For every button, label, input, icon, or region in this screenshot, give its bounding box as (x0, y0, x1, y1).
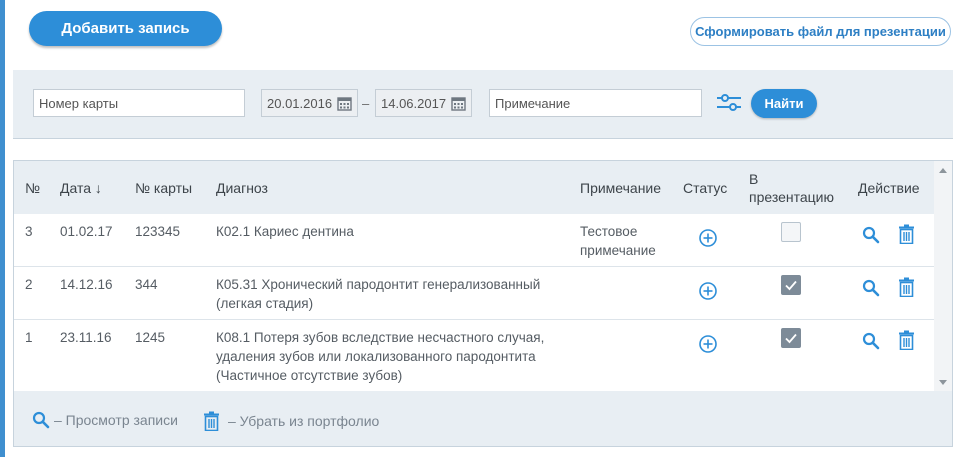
legend-view-label: – Просмотр записи (54, 412, 178, 428)
row-number: 3 (25, 224, 33, 239)
date-to-field[interactable]: 14.06.2017 (375, 89, 472, 117)
records-table: № Дата ↓ № карты Диагноз Примечание Стат… (13, 160, 953, 447)
search-icon[interactable] (862, 226, 880, 249)
date-to-value: 14.06.2017 (381, 95, 447, 111)
presentation-checkbox[interactable] (781, 328, 801, 348)
row-note-line: Тестовое (580, 224, 638, 239)
trash-icon (204, 411, 219, 431)
search-icon[interactable] (862, 279, 880, 302)
legend-view-item: – Просмотр записи (32, 411, 178, 429)
calendar-icon[interactable] (337, 96, 352, 114)
plus-circle-icon[interactable] (698, 228, 718, 253)
row-diagnosis-line: К08.1 Потеря зубов вследствие несчастног… (216, 330, 545, 345)
row-diagnosis-line: удаления зубов или локализованного парод… (216, 349, 536, 364)
table-row: 1 23.11.16 1245 К08.1 Потеря зубов вслед… (14, 320, 935, 391)
row-note-line: примечание (580, 243, 656, 258)
generate-presentation-button[interactable]: Сформировать файл для презентации (690, 17, 951, 46)
row-card: 1245 (135, 330, 166, 345)
card-number-input[interactable]: Номер карты (33, 89, 245, 117)
card-number-placeholder: Номер карты (39, 95, 119, 111)
col-note: Примечание (580, 180, 662, 196)
col-number: № (25, 180, 41, 196)
table-row: 3 01.02.17 123345 К02.1 Кариес дентина Т… (14, 214, 935, 267)
check-icon (785, 333, 797, 344)
row-diagnosis-line: (легкая стадия) (216, 296, 314, 311)
note-input[interactable]: Примечание (489, 89, 702, 117)
calendar-icon[interactable] (451, 96, 466, 114)
date-from-value: 20.01.2016 (267, 95, 333, 111)
search-icon[interactable] (862, 332, 880, 355)
row-diagnosis-line: (Частичное отсутствие зубов) (216, 368, 403, 383)
row-number: 1 (25, 330, 33, 345)
col-presentation-line2: презентацию (749, 189, 835, 205)
plus-circle-icon[interactable] (698, 281, 718, 306)
table-row: 2 14.12.16 344 К05.31 Хронический пародо… (14, 267, 935, 320)
table-header: № Дата ↓ № карты Диагноз Примечание Стат… (14, 161, 935, 214)
col-action: Действие (858, 180, 920, 196)
search-icon (32, 411, 50, 429)
row-number: 2 (25, 277, 33, 292)
col-diagnosis: Диагноз (216, 180, 268, 196)
legend-remove-item: – Убрать из портфолио (203, 411, 379, 431)
legend: – Просмотр записи – Убрать из портфолио (14, 391, 952, 446)
row-card: 344 (135, 277, 158, 292)
scroll-down-arrow-icon[interactable] (939, 380, 947, 385)
presentation-checkbox[interactable] (781, 275, 801, 295)
find-button[interactable]: Найти (751, 89, 817, 118)
trash-icon[interactable] (898, 330, 915, 355)
scroll-up-arrow-icon[interactable] (939, 168, 947, 173)
row-date: 14.12.16 (60, 277, 113, 292)
col-card: № карты (135, 180, 193, 196)
row-date: 23.11.16 (60, 330, 112, 345)
row-diagnosis-line: К05.31 Хронический пародонтит генерализо… (216, 277, 541, 292)
date-range-separator: – (362, 96, 370, 111)
check-icon (785, 280, 797, 291)
left-accent-bar (0, 0, 5, 457)
col-presentation-line1: В (749, 171, 759, 187)
col-date-sortable[interactable]: Дата ↓ (60, 179, 102, 197)
trash-icon[interactable] (898, 277, 915, 302)
trash-icon[interactable] (898, 224, 915, 249)
presentation-checkbox[interactable] (781, 222, 801, 242)
table-scrollbar[interactable] (934, 161, 952, 391)
note-placeholder: Примечание (495, 95, 571, 111)
date-from-field[interactable]: 20.01.2016 (261, 89, 358, 117)
filter-sliders-icon[interactable] (716, 93, 742, 116)
row-diagnosis-line: К02.1 Кариес дентина (216, 224, 354, 239)
legend-remove-label: – Убрать из портфолио (228, 413, 380, 429)
plus-circle-icon[interactable] (698, 334, 718, 359)
row-date: 01.02.17 (60, 224, 113, 239)
row-card: 123345 (135, 224, 181, 239)
col-status: Статус (683, 180, 728, 196)
add-record-button[interactable]: Добавить запись (29, 11, 222, 46)
